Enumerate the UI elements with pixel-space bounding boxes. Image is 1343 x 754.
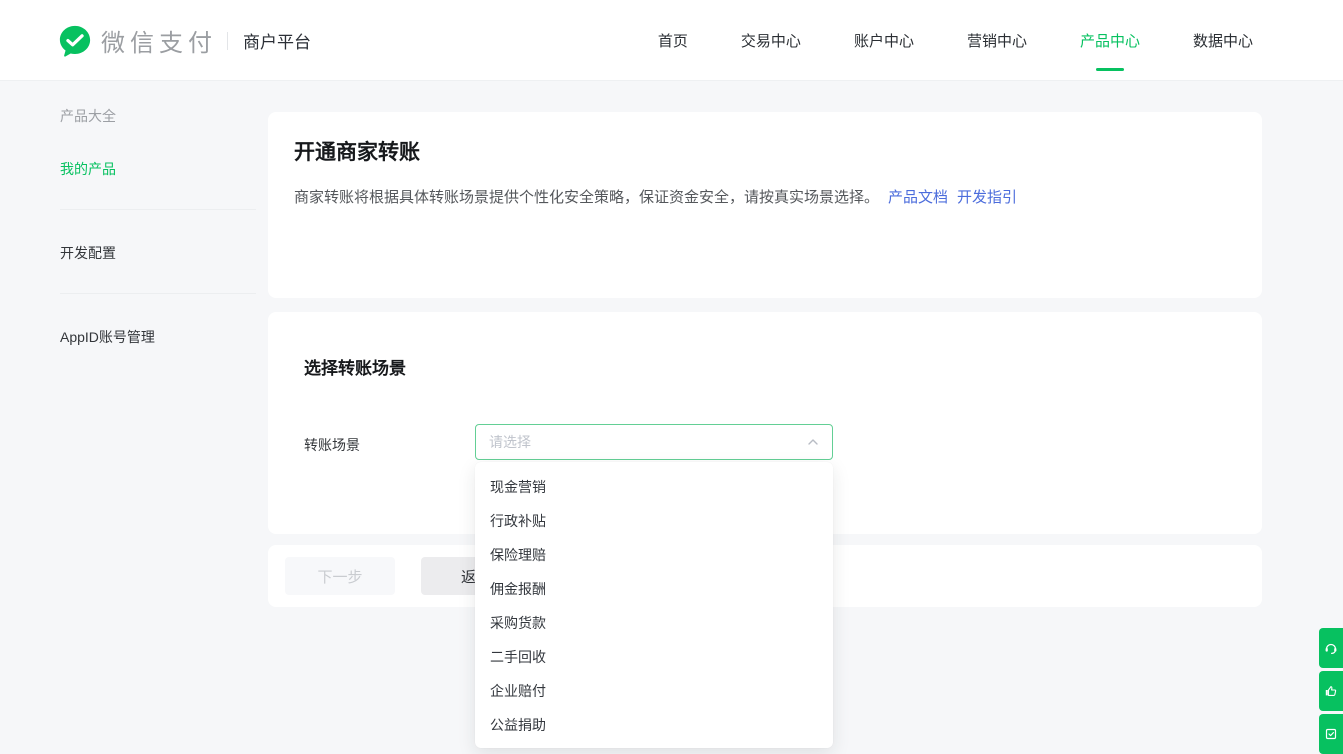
customer-service-icon[interactable] xyxy=(1319,628,1343,668)
dev-guide-link[interactable]: 开发指引 xyxy=(957,189,1017,206)
nav-item-products[interactable]: 产品中心 xyxy=(1080,0,1140,81)
dropdown-option-insurance-claim[interactable]: 保险理赔 xyxy=(475,538,833,572)
next-step-button[interactable]: 下一步 xyxy=(285,557,395,595)
form-section-title: 选择转账场景 xyxy=(304,354,406,379)
survey-icon[interactable] xyxy=(1319,714,1343,754)
feedback-icon[interactable] xyxy=(1319,671,1343,711)
platform-label: 商户平台 xyxy=(243,28,311,53)
sidebar-item-my-products[interactable]: 我的产品 xyxy=(60,159,256,179)
header-divider xyxy=(227,32,228,50)
wechat-pay-logo-icon xyxy=(58,24,92,58)
dropdown-option-admin-subsidy[interactable]: 行政补贴 xyxy=(475,504,833,538)
top-header: 微信支付 商户平台 首页 交易中心 账户中心 营销中心 产品中心 数据中心 xyxy=(0,0,1343,81)
dropdown-option-charity[interactable]: 公益捐助 xyxy=(475,708,833,742)
sidebar: 产品大全 我的产品 开发配置 AppID账号管理 xyxy=(60,81,256,347)
intro-card: 开通商家转账 商家转账将根据具体转账场景提供个性化安全策略，保证资金安全，请按真… xyxy=(268,112,1262,298)
main-nav: 首页 交易中心 账户中心 营销中心 产品中心 数据中心 xyxy=(658,0,1253,81)
sidebar-section-label: 产品大全 xyxy=(60,106,256,126)
sidebar-divider xyxy=(60,293,256,294)
sidebar-item-dev-config[interactable]: 开发配置 xyxy=(60,243,256,263)
nav-item-data[interactable]: 数据中心 xyxy=(1193,0,1253,81)
select-placeholder: 请选择 xyxy=(489,432,807,452)
dropdown-option-cash-marketing[interactable]: 现金营销 xyxy=(475,470,833,504)
transfer-scene-dropdown: 现金营销 行政补贴 保险理赔 佣金报酬 采购货款 二手回收 企业赔付 公益捐助 xyxy=(475,462,833,748)
sidebar-item-appid-management[interactable]: AppID账号管理 xyxy=(60,327,256,347)
description-text: 商家转账将根据具体转账场景提供个性化安全策略，保证资金安全，请按真实场景选择。 xyxy=(294,189,879,206)
dropdown-option-enterprise-compensation[interactable]: 企业赔付 xyxy=(475,674,833,708)
floating-sidebar-buttons xyxy=(1319,628,1343,754)
dropdown-option-procurement[interactable]: 采购货款 xyxy=(475,606,833,640)
nav-item-transactions[interactable]: 交易中心 xyxy=(741,0,801,81)
page-description: 商家转账将根据具体转账场景提供个性化安全策略，保证资金安全，请按真实场景选择。产… xyxy=(294,186,1017,207)
nav-item-home[interactable]: 首页 xyxy=(658,0,688,81)
product-doc-link[interactable]: 产品文档 xyxy=(888,189,948,206)
transfer-scene-label: 转账场景 xyxy=(304,435,360,455)
transfer-scene-select[interactable]: 请选择 xyxy=(475,424,833,460)
page-title: 开通商家转账 xyxy=(294,136,420,166)
dropdown-option-secondhand[interactable]: 二手回收 xyxy=(475,640,833,674)
sidebar-divider xyxy=(60,209,256,210)
logo-wordmark: 微信支付 xyxy=(101,23,217,58)
nav-item-account[interactable]: 账户中心 xyxy=(854,0,914,81)
nav-item-marketing[interactable]: 营销中心 xyxy=(967,0,1027,81)
brand-area: 微信支付 商户平台 xyxy=(58,0,311,81)
chevron-up-icon xyxy=(807,436,819,448)
dropdown-option-commission[interactable]: 佣金报酬 xyxy=(475,572,833,606)
